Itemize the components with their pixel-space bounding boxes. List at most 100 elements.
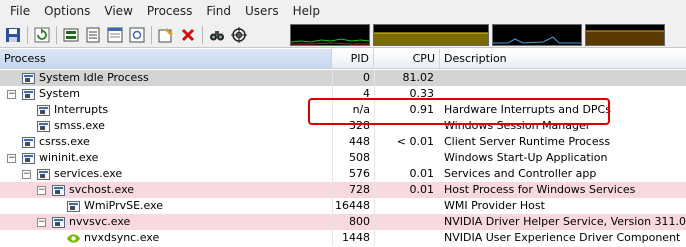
column-header: Process PID CPU Description [0, 49, 686, 69]
process-pid: 0 [332, 70, 374, 86]
toolbar-separator [56, 25, 57, 44]
process-cpu: < 0.01 [374, 134, 440, 150]
table-row[interactable]: − services.exe 576 0.01 Services and Con… [0, 166, 686, 182]
table-row[interactable]: − wininit.exe 508 Windows Start-Up Appli… [0, 150, 686, 166]
process-description [440, 70, 686, 86]
process-pid: 576 [332, 166, 374, 182]
find-icon [210, 30, 224, 40]
process-cpu: 81.02 [374, 70, 440, 86]
options-icon [129, 27, 145, 42]
toolbar-separator [202, 25, 203, 44]
physical-memory-graph[interactable] [585, 24, 665, 46]
io-graph[interactable] [492, 24, 582, 46]
process-icon [52, 185, 65, 196]
column-header-description[interactable]: Description [440, 49, 686, 68]
process-pid: 728 [332, 182, 374, 198]
collapse-toggle[interactable]: − [7, 154, 16, 163]
window-icon [107, 27, 123, 42]
process-icon [52, 217, 65, 228]
kill-icon [181, 28, 195, 41]
find-button[interactable] [207, 25, 227, 45]
process-icon [22, 89, 35, 100]
process-icon [22, 153, 35, 164]
process-name: WmiPrvSE.exe [84, 199, 164, 212]
save-button[interactable] [3, 25, 23, 45]
menu-find[interactable]: Find [199, 0, 238, 22]
process-cpu [374, 198, 440, 214]
process-cpu [374, 230, 440, 246]
process-description: NVIDIA Driver Helper Service, Version 31… [444, 215, 686, 228]
process-icon [22, 137, 35, 148]
system-info-icon [63, 28, 79, 41]
menu-users[interactable]: Users [238, 0, 286, 22]
process-pid: 1448 [332, 230, 374, 246]
column-header-pid[interactable]: PID [332, 49, 374, 68]
process-cpu [374, 150, 440, 166]
commit-graph[interactable] [373, 24, 489, 46]
toolbar-separator [151, 25, 152, 44]
menu-file[interactable]: File [3, 0, 37, 22]
process-description: WMI Provider Host [444, 199, 545, 212]
menu-bar: File Options View Process Find Users Hel… [0, 0, 686, 22]
process-icon [22, 73, 35, 84]
table-row[interactable]: WmiPrvSE.exe 16448 WMI Provider Host [0, 198, 686, 214]
toolbar-separator [27, 25, 28, 44]
table-row[interactable]: − nvvsvc.exe 800 NVIDIA Driver Helper Se… [0, 214, 686, 230]
collapse-toggle[interactable]: − [7, 90, 16, 99]
target-icon [231, 26, 247, 43]
properties-icon [158, 27, 173, 42]
collapse-toggle[interactable]: − [37, 218, 46, 227]
process-name: wininit.exe [39, 151, 99, 164]
process-name: csrss.exe [39, 135, 90, 148]
process-description: NVIDIA User Experience Driver Component [444, 231, 681, 244]
dll-view-button[interactable] [127, 25, 147, 45]
process-pid: 16448 [332, 198, 374, 214]
process-description: Host Process for Windows Services [444, 183, 636, 196]
process-description: Services and Controller app [444, 167, 597, 180]
system-info-button[interactable] [61, 25, 81, 45]
menu-help[interactable]: Help [286, 0, 327, 22]
refresh-button[interactable] [32, 25, 52, 45]
process-properties-button[interactable] [156, 25, 176, 45]
process-name: nvxdsync.exe [84, 231, 160, 244]
process-name: nvvsvc.exe [69, 215, 131, 228]
process-icon [37, 105, 50, 116]
process-tree: System Idle Process 0 81.02 − System 4 0… [0, 70, 686, 246]
collapse-toggle[interactable]: − [37, 186, 46, 195]
column-header-cpu[interactable]: CPU [374, 49, 440, 68]
menu-options[interactable]: Options [37, 0, 97, 22]
process-name: Interrupts [54, 103, 109, 116]
process-cpu [374, 214, 440, 230]
collapse-toggle[interactable]: − [22, 170, 31, 179]
process-icon [67, 201, 80, 212]
save-icon [6, 27, 20, 42]
process-name: smss.exe [54, 119, 105, 132]
menu-view[interactable]: View [97, 0, 139, 22]
menu-process[interactable]: Process [140, 0, 200, 22]
process-description: Client Server Runtime Process [444, 135, 611, 148]
process-name: System [39, 87, 81, 100]
table-row[interactable]: nvxdsync.exe 1448 NVIDIA User Experience… [0, 230, 686, 246]
lower-pane-button[interactable] [105, 25, 125, 45]
table-row[interactable]: System Idle Process 0 81.02 [0, 70, 686, 86]
properties-icon [86, 27, 100, 42]
process-name: System Idle Process [39, 71, 149, 84]
process-icon [37, 121, 50, 132]
process-pid: 448 [332, 134, 374, 150]
cpu-graph[interactable] [290, 24, 370, 46]
usage-graphs [290, 24, 668, 46]
process-cpu: 0.01 [374, 182, 440, 198]
process-pid: 508 [332, 150, 374, 166]
properties-button[interactable] [83, 25, 103, 45]
find-window-button[interactable] [229, 25, 249, 45]
table-row[interactable]: − svchost.exe 728 0.01 Host Process for … [0, 182, 686, 198]
annotation-highlight-box [308, 98, 610, 125]
kill-process-button[interactable] [178, 25, 198, 45]
process-cpu: 0.01 [374, 166, 440, 182]
process-name: svchost.exe [69, 183, 135, 196]
table-row[interactable]: csrss.exe 448 < 0.01 Client Server Runti… [0, 134, 686, 150]
column-header-process[interactable]: Process [0, 49, 332, 68]
process-description: Windows Start-Up Application [444, 151, 608, 164]
process-pid: 800 [332, 214, 374, 230]
toolbar [0, 22, 686, 48]
